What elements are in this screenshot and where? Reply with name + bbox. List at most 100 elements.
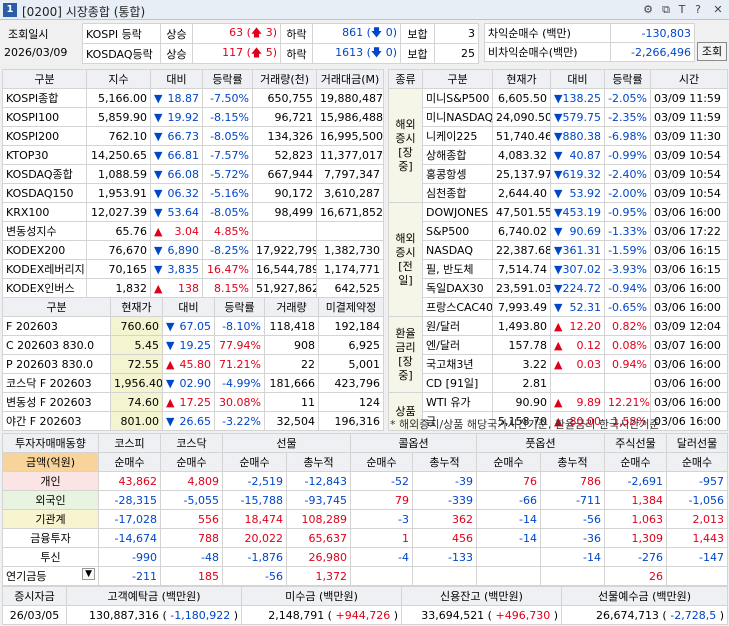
arrow-up-icon: ▲	[166, 395, 175, 409]
index-volume: 667,944	[252, 164, 317, 184]
world-row[interactable]: 필, 반도체 7,514.74 ▼ 307.02 -3.93% 03/06 16:15	[389, 259, 728, 279]
world-time: 03/09 12:04	[650, 316, 728, 336]
change-cell: ▼ 880.38	[550, 126, 605, 146]
index-row[interactable]: KOSPI100 5,859.90 ▼ 19.92 -8.15% 96,721 15,986…	[2, 107, 384, 127]
world-rate: -2.00%	[604, 183, 651, 203]
investor-row[interactable]: 외국인 -28,315 -5,055 -15,788 -93,745 79 -339 -66-…	[2, 490, 728, 510]
investor-value	[412, 566, 477, 586]
futures-price: 760.60	[110, 316, 163, 336]
futures-row[interactable]: P 202603 830.0 72.55 ▲ 45.80 71.21% 22 5,001	[2, 354, 384, 374]
dropdown-icon[interactable]: ▼	[82, 568, 95, 580]
investor-value: 108,289	[286, 509, 351, 529]
investor-subheader: 순매수	[666, 452, 728, 472]
settings-icon[interactable]: ⚙	[641, 3, 655, 17]
world-name: 상해종합	[422, 145, 493, 165]
world-col-header: 종류	[388, 69, 423, 89]
index-amount: 11,377,017	[316, 145, 384, 165]
investor-title: 투자자매매동향	[2, 433, 99, 453]
investor-value: 26,980	[286, 547, 351, 567]
change-value: 12.20	[569, 319, 602, 333]
ad-up-count: 63	[229, 26, 244, 39]
investor-value: -28,315	[98, 490, 161, 510]
index-volume: 16,544,789	[252, 259, 317, 279]
index-row[interactable]: KODEX인버스 1,832 ▲ 138 8.15% 51,927,862 642,525	[2, 278, 384, 298]
investor-row[interactable]: 연기금등 ▼ -211 185 -56 1,372 26	[2, 566, 728, 586]
index-col-header: 등락률	[202, 69, 253, 89]
futures-row[interactable]: C 202603 830.0 5.45 ▼ 19.25 77.94% 908 6,925	[2, 335, 384, 355]
query-button[interactable]: 조회	[697, 42, 727, 61]
world-row[interactable]: CD [91일] 2.81 03/06 16:00	[389, 373, 728, 393]
world-name: 미니NASDAQ	[422, 107, 493, 127]
world-row[interactable]: 해외증시[장중] 미니S&P500 6,605.50 ▼ 138.25 -2.05% 03/…	[388, 88, 728, 203]
change-cell: ▼ 619.32	[550, 164, 605, 184]
investor-row[interactable]: 개인 43,862 4,809 -2,519 -12,843 -52 -39 76 786 -2,…	[2, 471, 728, 491]
index-row[interactable]: KOSDAQ150 1,953.91 ▼ 06.32 -5.16% 90,172 3,610…	[2, 183, 384, 203]
index-amount: 1,174,771	[316, 259, 384, 279]
world-name: 엔/달러	[422, 335, 493, 355]
futures-rate: -4.99%	[214, 373, 265, 393]
ad-lower-limit: 0	[385, 26, 393, 39]
world-row[interactable]: S&P500 6,740.02 ▼ 90.69 -1.33% 03/06 17:22	[389, 221, 728, 241]
world-row[interactable]: 환율금리[장중] 원/달러 1,493.80 ▲ 12.20 0.82% 03/09 12:…	[388, 316, 728, 393]
world-row[interactable]: 상해종합 4,083.32 ▼ 40.87 -0.99% 03/09 10:54	[389, 145, 728, 165]
investor-value: -339	[412, 490, 477, 510]
arbitrage-table: 차익순매수 (백만) -130,803 비차익순매수(백만) -2,266,496	[484, 23, 695, 62]
close-icon[interactable]: ✕	[711, 3, 725, 17]
index-row[interactable]: KOSPI종합 5,166.00 ▼ 18.87 -7.50% 650,755 19,880…	[2, 88, 384, 108]
futures-row[interactable]: 야간 F 202603 801.00 ▼ 26.65 -3.22% 32,504 196,3…	[2, 411, 384, 431]
investor-row[interactable]: 투신 -990 -48 -1,876 26,980 -4 -133 -14 -276 -147	[2, 547, 728, 567]
world-price: 25,137.97	[492, 164, 551, 184]
world-row[interactable]: NASDAQ 22,387.68 ▼ 361.31 -1.59% 03/06 16:15	[389, 240, 728, 260]
arrow-down-icon: ▼	[554, 129, 563, 143]
world-col-header: 등락률	[604, 69, 651, 89]
index-name: KOSPI종합	[2, 88, 87, 108]
arrow-down-icon: ▼	[554, 262, 563, 276]
world-row[interactable]: 엔/달러 157.78 ▲ 0.12 0.08% 03/07 16:00	[389, 335, 728, 355]
world-row[interactable]: 니케이225 51,740.46 ▼ 880.38 -6.98% 03/09 11:30	[389, 126, 728, 146]
world-row[interactable]: 독일DAX30 23,591.03 ▼ 224.72 -0.94% 03/06 16:00	[389, 278, 728, 298]
investor-subheader: 총누적	[540, 452, 605, 472]
change-value: 45.80	[179, 357, 212, 371]
index-row[interactable]: KRX100 12,027.39 ▼ 53.64 -8.05% 98,499 16,671,…	[2, 202, 384, 222]
world-time: 03/09 10:54	[650, 183, 728, 203]
tip-icon[interactable]: T	[675, 3, 689, 17]
world-rate: -2.05%	[604, 88, 651, 108]
world-row[interactable]: 미니NASDAQ 24,090.50 ▼ 579.75 -2.35% 03/09 11:5…	[389, 107, 728, 127]
investor-group-header: 주식선물	[604, 433, 667, 453]
index-row[interactable]: 변동성지수 65.76 ▲ 3.04 4.85%	[2, 221, 384, 241]
futures-open-interest: 196,316	[318, 411, 384, 431]
investor-row[interactable]: 금융투자 -14,674 788 20,022 65,637 1 456 -14 -36 1,30…	[2, 528, 728, 548]
index-row[interactable]: KOSPI200 762.10 ▼ 66.73 -8.05% 134,326 16,995,…	[2, 126, 384, 146]
world-row[interactable]: 해외증시[전일] DOWJONES 47,501.55 ▼ 453.19 -0.95% 03…	[388, 202, 728, 317]
funds-date: 26/03/05	[2, 605, 67, 625]
world-name: S&P500	[422, 221, 493, 241]
index-row[interactable]: KODEX레버리지 70,165 ▼ 3,835 16.47% 16,544,789 1,1…	[2, 259, 384, 279]
index-row[interactable]: KOSDAQ종합 1,088.59 ▼ 66.08 -5.72% 667,944 7,797…	[2, 164, 384, 184]
funds-col-header: 미수금 (백만원)	[241, 586, 402, 606]
investor-group-header: 콜옵션	[350, 433, 477, 453]
ad-upper-limit: 3	[265, 26, 273, 39]
world-row[interactable]: 심천종합 2,644.40 ▼ 53.92 -2.00% 03/09 10:54	[389, 183, 728, 203]
help-icon[interactable]: ?	[691, 3, 705, 17]
index-col-header: 거래량(천)	[252, 69, 317, 89]
index-rate: -7.50%	[202, 88, 253, 108]
copy-icon[interactable]: ⧉	[659, 3, 673, 17]
investor-value: -711	[540, 490, 605, 510]
world-row[interactable]: 상품 WTI 유가 90.90 ▲ 9.89 12.21% 03/06 16:00	[388, 392, 728, 431]
change-value: 0.03	[576, 357, 602, 371]
investor-value: 2,013	[666, 509, 728, 529]
index-volume: 98,499	[252, 202, 317, 222]
futures-row[interactable]: 코스닥 F 202603 1,956.40 ▼ 02.90 -4.99% 181,666 4…	[2, 373, 384, 393]
futures-row[interactable]: F 202603 760.60 ▼ 67.05 -8.10% 118,418 192,184	[2, 316, 384, 336]
index-row[interactable]: KTOP30 14,250.65 ▼ 66.81 -7.57% 52,823 11,377,…	[2, 145, 384, 165]
investor-row[interactable]: 기관계 -17,028 556 18,474 108,289 -3 362 -14 -56 1,0…	[2, 509, 728, 529]
investor-value: -5,055	[160, 490, 223, 510]
funds-col-header: 증시자금	[2, 586, 67, 606]
index-volume: 90,172	[252, 183, 317, 203]
futures-row[interactable]: 변동성 F 202603 74.60 ▲ 17.25 30.08% 11 124	[2, 392, 384, 412]
world-row[interactable]: 프랑스CAC40 7,993.49 ▼ 52.31 -0.65% 03/06 16:00	[389, 297, 728, 317]
world-row[interactable]: 홍콩항셍 25,137.97 ▼ 619.32 -2.40% 03/09 10:54	[389, 164, 728, 184]
change-value: 40.87	[569, 148, 602, 162]
world-row[interactable]: 국고채3년 3.22 ▲ 0.03 0.94% 03/06 16:00	[389, 354, 728, 374]
index-row[interactable]: KODEX200 76,670 ▼ 6,890 -8.25% 17,922,799 1,38…	[2, 240, 384, 260]
